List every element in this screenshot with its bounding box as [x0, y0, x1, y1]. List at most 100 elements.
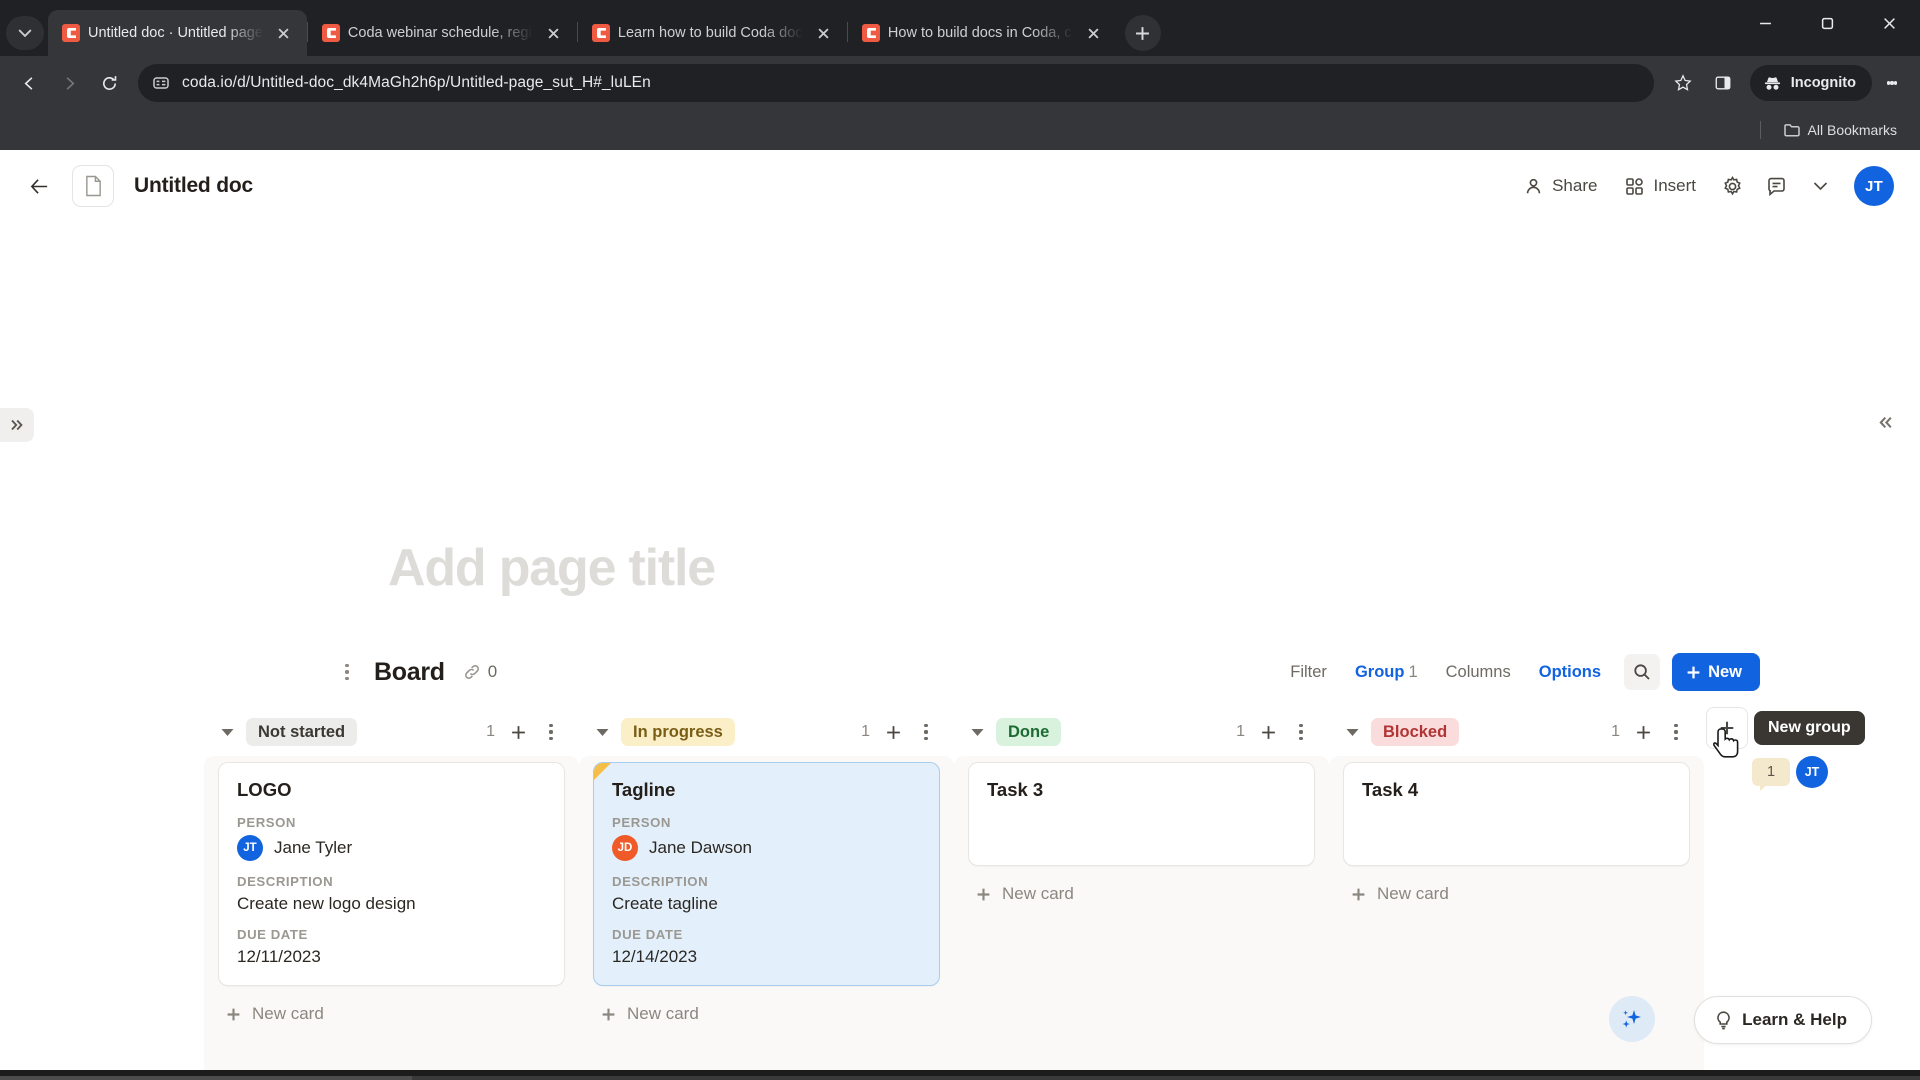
drag-handle-icon: [345, 663, 349, 667]
header-chevron-button[interactable]: [1800, 166, 1840, 206]
filter-button[interactable]: Filter: [1279, 655, 1338, 690]
new-row-label: New: [1708, 662, 1742, 681]
side-panel-icon: [1715, 76, 1731, 90]
card-title: Task 4: [1362, 779, 1419, 800]
board-name[interactable]: Board: [374, 658, 445, 687]
board-link-count[interactable]: 0: [463, 662, 497, 682]
close-icon[interactable]: [271, 20, 297, 46]
address-bar[interactable]: coda.io/d/Untitled-doc_dk4MaGh2h6p/Untit…: [138, 64, 1654, 102]
add-card-button[interactable]: [505, 719, 531, 745]
incognito-label: Incognito: [1790, 75, 1856, 91]
board-card[interactable]: Tagline PERSON JD Jane Dawson DESCRIPTIO…: [593, 762, 940, 986]
column-menu-button[interactable]: [1291, 719, 1311, 745]
new-row-button[interactable]: New: [1672, 653, 1760, 691]
board-card[interactable]: Task 3: [968, 762, 1315, 866]
column-menu-button[interactable]: [916, 719, 936, 745]
reload-button[interactable]: [90, 64, 128, 102]
lightbulb-icon: [1717, 1010, 1730, 1029]
tab-strip: Untitled doc · Untitled page Coda webina…: [0, 0, 1920, 56]
document-icon: [85, 175, 101, 197]
card-title: Tagline: [612, 779, 676, 800]
add-card-button[interactable]: [1255, 719, 1281, 745]
collapse-group-icon[interactable]: [968, 723, 986, 741]
person-name: Jane Tyler: [274, 838, 353, 857]
site-settings-icon[interactable]: [152, 74, 170, 92]
board-card[interactable]: LOGO PERSON JT Jane Tyler DESCRIPTION Cr…: [218, 762, 565, 986]
options-button[interactable]: Options: [1528, 655, 1612, 690]
tab-title: Untitled doc · Untitled page: [88, 25, 263, 41]
tab-search-button[interactable]: [6, 16, 44, 50]
close-icon[interactable]: [811, 20, 837, 46]
board-drag-handle[interactable]: [336, 655, 358, 689]
plus-icon: [977, 888, 990, 900]
browser-tab[interactable]: Coda webinar schedule, regist: [308, 10, 577, 56]
page-title[interactable]: Add page title: [388, 538, 716, 598]
doc-back-button[interactable]: [18, 165, 60, 207]
tab-title: How to build docs in Coda, cre: [887, 25, 1073, 41]
new-card-button[interactable]: New card: [1343, 866, 1690, 922]
maximize-button[interactable]: [1796, 0, 1858, 46]
browser-window: Untitled doc · Untitled page Coda webina…: [0, 0, 1920, 1080]
collapse-group-icon[interactable]: [1343, 723, 1361, 741]
tab-title: Coda webinar schedule, regist: [347, 25, 533, 41]
forward-button[interactable]: [50, 64, 88, 102]
insert-button[interactable]: Insert: [1613, 168, 1708, 204]
all-bookmarks-button[interactable]: All Bookmarks: [1775, 117, 1906, 143]
comment-count-badge[interactable]: 1: [1752, 758, 1790, 791]
group-button[interactable]: Group 1: [1344, 655, 1429, 690]
plus-icon: [1720, 721, 1734, 735]
learn-and-help-label: Learn & Help: [1742, 1010, 1847, 1029]
collapse-group-icon[interactable]: [218, 723, 236, 741]
column-menu-button[interactable]: [541, 719, 561, 745]
new-card-button[interactable]: New card: [593, 986, 940, 1042]
column-body: LOGO PERSON JT Jane Tyler DESCRIPTION Cr…: [204, 756, 579, 1080]
column-label[interactable]: Done: [996, 718, 1062, 746]
person-icon: [1526, 178, 1541, 193]
doc-canvas: Add page title Board 0 Filter Group 1 Co…: [0, 222, 1920, 1080]
grid-add-icon: [1626, 177, 1644, 195]
column-label[interactable]: Blocked: [1371, 718, 1460, 746]
field-label-description: DESCRIPTION: [612, 874, 709, 889]
browser-tab[interactable]: Learn how to build Coda docs: [578, 10, 847, 56]
board-search-button[interactable]: [1624, 654, 1661, 690]
minimize-button[interactable]: [1734, 0, 1796, 46]
new-card-button[interactable]: New card: [968, 866, 1315, 922]
doc-icon-button[interactable]: [72, 165, 114, 207]
new-group-button[interactable]: [1706, 707, 1748, 749]
column-header: Done 1: [954, 710, 1329, 754]
back-button[interactable]: [10, 64, 48, 102]
close-window-button[interactable]: [1858, 0, 1920, 46]
close-icon[interactable]: [541, 20, 567, 46]
browser-menu-button[interactable]: [1874, 64, 1910, 102]
ai-assistant-button[interactable]: [1609, 996, 1655, 1042]
avatar[interactable]: JT: [1854, 166, 1894, 206]
close-icon[interactable]: [1081, 20, 1107, 46]
side-panel-button[interactable]: [1704, 64, 1742, 102]
column-label[interactable]: In progress: [621, 718, 735, 746]
presence-avatar[interactable]: JT: [1796, 756, 1828, 788]
column-count: 1: [1611, 723, 1620, 740]
new-tab-button[interactable]: [1124, 15, 1161, 51]
browser-tab[interactable]: Untitled doc · Untitled page: [48, 10, 307, 56]
add-card-button[interactable]: [1630, 719, 1656, 745]
column-label[interactable]: Not started: [246, 718, 358, 746]
incognito-indicator[interactable]: Incognito: [1749, 65, 1872, 101]
board-card[interactable]: Task 4: [1343, 762, 1690, 866]
forward-arrow-icon: [66, 76, 74, 90]
new-card-label: New card: [1377, 884, 1449, 903]
new-card-label: New card: [627, 1004, 699, 1023]
doc-title[interactable]: Untitled doc: [134, 174, 253, 198]
doc-header-actions: Share Insert JT: [1512, 166, 1894, 206]
column-count: 1: [1236, 723, 1245, 740]
learn-and-help-button[interactable]: Learn & Help: [1694, 996, 1872, 1044]
new-card-button[interactable]: New card: [218, 986, 565, 1042]
columns-button[interactable]: Columns: [1435, 655, 1522, 690]
bookmark-star-button[interactable]: [1664, 64, 1702, 102]
column-menu-button[interactable]: [1666, 719, 1686, 745]
collapse-group-icon[interactable]: [593, 723, 611, 741]
browser-tab[interactable]: How to build docs in Coda, cre: [848, 10, 1117, 56]
add-card-button[interactable]: [880, 719, 906, 745]
share-button[interactable]: Share: [1512, 168, 1609, 204]
settings-button[interactable]: [1712, 166, 1752, 206]
comments-button[interactable]: [1756, 166, 1796, 206]
